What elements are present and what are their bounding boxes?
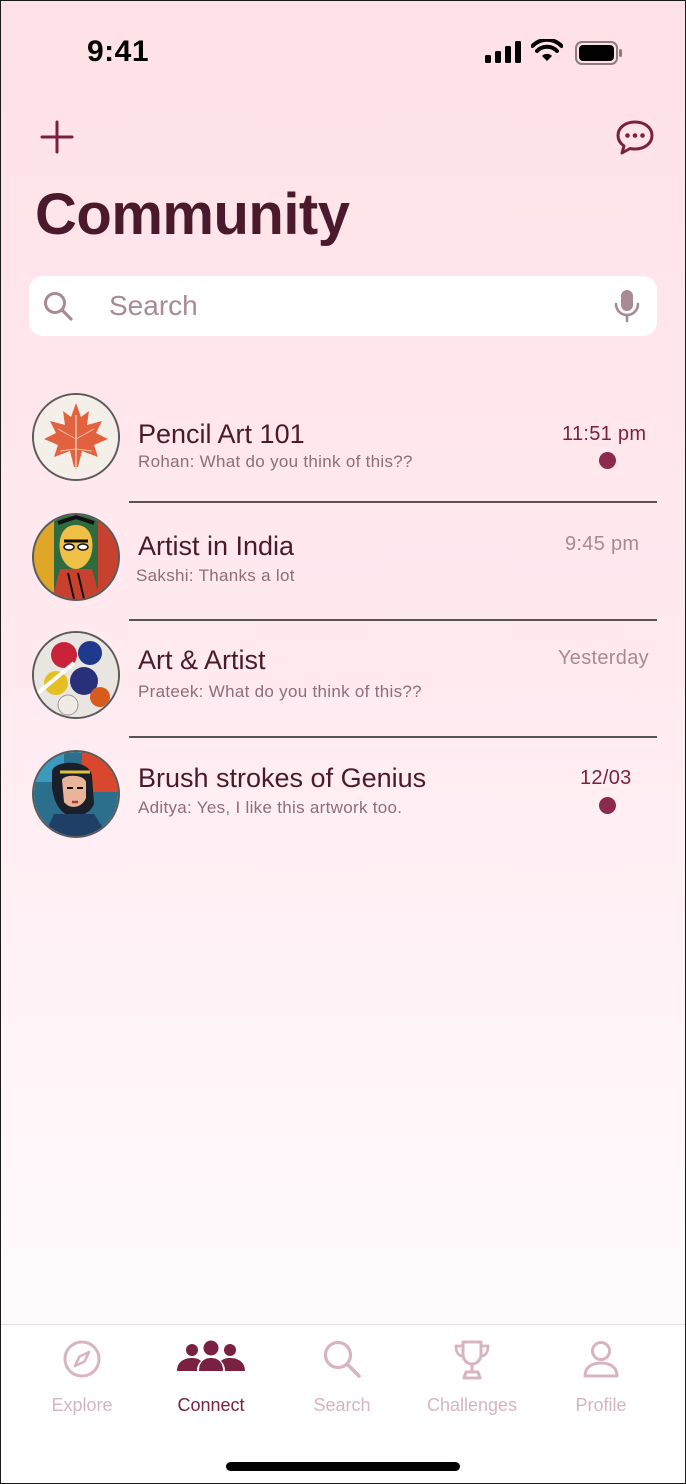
chat-row[interactable]: Artist in India Sakshi: Thanks a lot 9:4… [1,503,685,621]
chat-message-preview: Prateek: What do you think of this?? [138,682,422,701]
chat-name: Artist in India [138,531,295,561]
avatar-art-and-artist [32,631,120,719]
search-bar[interactable] [29,276,657,336]
search-input[interactable] [109,286,609,326]
unread-indicator [599,452,616,469]
tab-label: Profile [575,1395,627,1415]
portrait-painting-image [34,752,118,836]
chat-message-preview: Rohan: What do you think of this?? [138,452,413,471]
chat-time: 11:51 pm [562,423,647,445]
tab-profile[interactable]: Profile [536,1339,666,1439]
avatar-brush-strokes-of-genius [32,750,120,838]
tab-bar: Explore Connect Search Challenges Profil… [1,1324,685,1483]
avatar-artist-in-india [32,513,120,601]
chat-row[interactable]: Art & Artist Prateek: What do you think … [1,621,685,739]
unread-indicator [599,797,616,814]
paint-palette-image [34,633,118,717]
tab-connect[interactable]: Connect [146,1339,276,1439]
avatar-pencil-art-101 [32,393,120,481]
microphone-icon[interactable] [613,288,641,324]
chat-name: Pencil Art 101 [138,419,305,449]
chat-name: Brush strokes of Genius [138,763,427,793]
tab-challenges[interactable]: Challenges [407,1339,537,1439]
home-indicator [226,1462,460,1471]
tab-label: Challenges [426,1395,518,1415]
compass-icon [63,1340,101,1378]
chat-message-preview: Aditya: Yes, I like this artwork too. [138,798,403,817]
wifi-icon [531,39,563,61]
chat-time: 12/03 [580,767,632,789]
chat-row[interactable]: Brush strokes of Genius Aditya: Yes, I l… [1,739,685,857]
phone-screen: 9:41 Community Search Pencil Art 101 Roh… [0,0,686,1484]
people-icon [177,1340,245,1371]
divider [129,736,657,738]
battery-icon [575,41,622,65]
add-button[interactable] [39,119,75,155]
chat-time: Yesterday [558,647,649,669]
tab-label: Search [313,1395,371,1415]
tab-label: Explore [51,1395,113,1415]
tab-search[interactable]: Search [277,1339,407,1439]
status-bar: 9:41 [1,1,685,101]
cellular-signal-icon [485,41,521,63]
maple-leaf-image [34,395,118,479]
search-icon [323,1340,361,1378]
person-icon [583,1341,619,1378]
trophy-icon [454,1340,490,1380]
chat-name: Art & Artist [138,645,266,675]
page-title: Community [35,182,350,247]
chat-row[interactable]: Pencil Art 101 Rohan: What do you think … [1,381,685,499]
tab-explore[interactable]: Explore [17,1339,147,1439]
tab-label: Connect [177,1395,245,1415]
search-icon [44,292,73,321]
chat-time: 9:45 pm [565,533,640,555]
chat-bubble-icon[interactable] [615,117,655,157]
folk-painting-image [34,515,118,599]
status-time: 9:41 [87,35,150,68]
chat-message-preview: Sakshi: Thanks a lot [136,566,295,585]
